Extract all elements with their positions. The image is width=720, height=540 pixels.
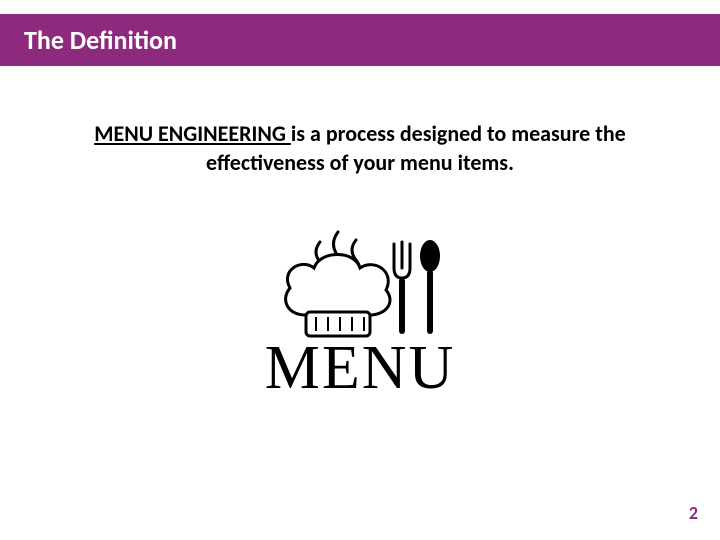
title-bar: The Definition (0, 14, 720, 66)
slide: The Definition MENU ENGINEERING is a pro… (0, 0, 720, 540)
page-number: 2 (689, 502, 698, 524)
fork-icon (394, 242, 410, 334)
slide-title: The Definition (24, 24, 177, 56)
menu-word: MENU (265, 334, 456, 402)
spoon-icon (420, 240, 440, 334)
menu-graphic: MENU (210, 210, 510, 410)
definition-text: MENU ENGINEERING is a process designed t… (60, 120, 660, 177)
term: MENU ENGINEERING (94, 120, 291, 147)
